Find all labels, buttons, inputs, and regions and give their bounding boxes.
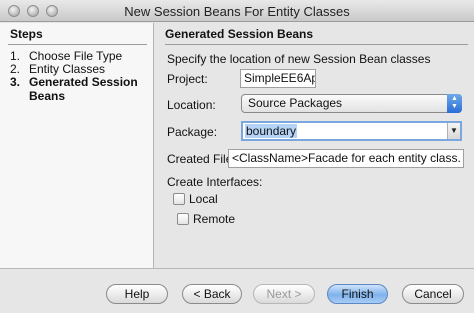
step-item-current: 3. Generated Session: [10, 76, 138, 89]
panel-description: Specify the location of new Session Bean…: [167, 52, 431, 66]
package-value: boundary: [245, 124, 298, 138]
cancel-button[interactable]: Cancel: [402, 284, 464, 304]
steps-header: Steps: [10, 27, 43, 41]
package-combobox[interactable]: boundary ▼: [241, 121, 462, 141]
create-interfaces-label: Create Interfaces:: [167, 175, 263, 189]
created-files-field: <ClassName>Facade for each entity class.: [228, 149, 464, 168]
panel-title: Generated Session Beans: [165, 27, 314, 41]
remote-checkbox[interactable]: [177, 213, 189, 225]
remote-checkbox-label[interactable]: Remote: [193, 212, 235, 226]
help-button[interactable]: Help: [106, 284, 168, 304]
steps-divider: [8, 44, 147, 45]
panel-divider: [165, 44, 468, 45]
project-label: Project:: [167, 72, 208, 86]
location-select[interactable]: Source Packages ▲ ▼: [241, 94, 462, 113]
window-title: New Session Beans For Entity Classes: [124, 4, 350, 19]
project-field[interactable]: SimpleEE6App: [240, 69, 316, 88]
step-number: 3.: [10, 75, 21, 89]
button-bar-divider: [0, 268, 474, 269]
finish-button[interactable]: Finish: [327, 284, 388, 304]
steps-panel: Steps 1. Choose File Type 2. Entity Classe…: [0, 23, 154, 268]
local-checkbox[interactable]: [173, 193, 185, 205]
local-checkbox-label[interactable]: Local: [189, 192, 218, 206]
package-label: Package:: [167, 125, 218, 139]
back-button[interactable]: < Back: [182, 284, 242, 304]
step-label: Entity Classes: [29, 62, 106, 76]
next-button[interactable]: Next >: [253, 284, 315, 304]
step-label: Choose File Type: [29, 49, 123, 63]
location-label: Location:: [167, 98, 216, 112]
location-value: Source Packages: [248, 96, 343, 110]
step-label: Generated Session: [29, 75, 138, 89]
main-panel: Generated Session Beans Specify the loca…: [160, 23, 474, 268]
dropdown-arrow-icon[interactable]: ▼: [447, 123, 460, 139]
updown-arrows-icon: ▲ ▼: [447, 94, 462, 113]
title-bar: New Session Beans For Entity Classes: [0, 0, 474, 22]
step-label-continuation: Beans: [29, 89, 66, 103]
